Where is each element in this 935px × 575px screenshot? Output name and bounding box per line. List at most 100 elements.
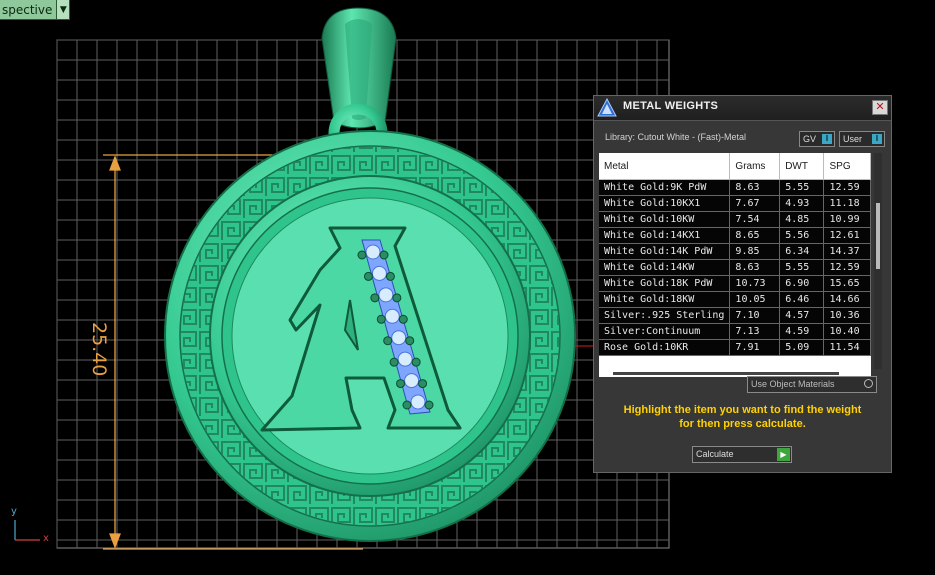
spg-cell: 14.37 xyxy=(823,243,871,260)
spg-cell: 11.18 xyxy=(823,195,871,212)
grams-cell: 10.05 xyxy=(729,291,781,308)
table-row[interactable]: White Gold:10KX1 7.67 4.93 11.18 xyxy=(599,195,871,212)
metal-cell: White Gold:18K PdW xyxy=(599,275,731,292)
instruction-line-1: Highlight the item you want to find the … xyxy=(623,404,862,416)
column-header-grams[interactable]: Grams xyxy=(729,153,781,180)
metal-cell: White Gold:10KW xyxy=(599,211,731,228)
toggle-indicator-icon: I xyxy=(872,134,882,144)
gem-stone xyxy=(378,287,394,303)
metal-cell: White Gold:14K PdW xyxy=(599,243,731,260)
calculate-label: Calculate xyxy=(696,449,734,459)
scrollbar-thumb[interactable] xyxy=(613,372,839,375)
dwt-cell: 5.56 xyxy=(779,227,825,244)
spg-cell: 14.66 xyxy=(823,291,871,308)
prong-bead xyxy=(396,379,406,389)
prong-bead xyxy=(398,314,408,324)
scrollbar-thumb[interactable] xyxy=(876,203,880,269)
prong-bead xyxy=(424,400,434,410)
user-toggle-label: User xyxy=(843,134,863,144)
use-object-materials-option[interactable]: Use Object Materials xyxy=(747,376,877,393)
instruction-line-2: for then press calculate. xyxy=(679,418,806,430)
radio-icon[interactable] xyxy=(864,379,873,388)
grams-cell: 7.10 xyxy=(729,307,781,324)
spg-cell: 10.36 xyxy=(823,307,871,324)
table-row[interactable]: White Gold:10KW 7.54 4.85 10.99 xyxy=(599,211,871,228)
table-row[interactable]: Silver:.925 Sterling 7.10 4.57 10.36 xyxy=(599,307,871,324)
metal-cell: White Gold:10KX1 xyxy=(599,195,731,212)
grams-cell: 8.63 xyxy=(729,259,781,276)
table-row[interactable]: Rose Gold:10KR 7.91 5.09 11.54 xyxy=(599,339,871,356)
library-label: Library: Cutout White - (Fast)-Metal xyxy=(605,132,747,142)
grams-cell: 7.13 xyxy=(729,323,781,340)
axis-x-label: x xyxy=(43,533,49,544)
gem-stone xyxy=(371,265,387,281)
grams-cell: 8.65 xyxy=(729,227,781,244)
grams-cell: 7.67 xyxy=(729,195,781,212)
table-row[interactable]: White Gold:18KW 10.05 6.46 14.66 xyxy=(599,291,871,308)
table-row[interactable]: White Gold:9K PdW 8.63 5.55 12.59 xyxy=(599,179,871,196)
toggle-indicator-icon: I xyxy=(822,134,832,144)
user-toggle[interactable]: User I xyxy=(839,131,885,147)
panel-titlebar[interactable]: METAL WEIGHTS ✕ xyxy=(594,96,891,121)
spg-cell: 12.59 xyxy=(823,179,871,196)
dwt-cell: 4.59 xyxy=(779,323,825,340)
prong-bead xyxy=(402,400,412,410)
close-icon[interactable]: ✕ xyxy=(872,100,888,115)
gem-stone xyxy=(397,351,413,367)
view-mode-dropdown[interactable]: spective ▼ xyxy=(0,0,71,20)
metal-weights-panel: METAL WEIGHTS ✕ Library: Cutout White - … xyxy=(593,95,892,473)
prong-bead xyxy=(383,336,393,346)
grams-cell: 7.91 xyxy=(729,339,781,356)
column-header-spg[interactable]: SPG xyxy=(823,153,871,180)
instruction-text: Highlight the item you want to find the … xyxy=(594,403,891,431)
prong-bead xyxy=(379,250,389,260)
metal-cell: White Gold:18KW xyxy=(599,291,731,308)
prong-bead xyxy=(385,271,395,281)
metal-weights-logo-icon xyxy=(597,98,617,117)
prong-bead xyxy=(363,271,373,281)
table-row[interactable]: White Gold:18K PdW 10.73 6.90 15.65 xyxy=(599,275,871,292)
spg-cell: 10.40 xyxy=(823,323,871,340)
dwt-cell: 6.46 xyxy=(779,291,825,308)
gv-toggle[interactable]: GV I xyxy=(799,131,835,147)
prong-bead xyxy=(392,293,402,303)
column-header-dwt[interactable]: DWT xyxy=(779,153,825,180)
table-row[interactable]: White Gold:14KX1 8.65 5.56 12.61 xyxy=(599,227,871,244)
table-header-row: Metal Grams DWT SPG xyxy=(599,153,871,180)
calculate-button[interactable]: Calculate ▶ xyxy=(692,446,792,463)
gem-stone xyxy=(391,330,407,346)
gv-toggle-label: GV xyxy=(803,134,817,144)
gem-stone xyxy=(365,244,381,260)
metal-weights-table: Metal Grams DWT SPG White Gold:9K PdW 8.6… xyxy=(599,153,871,369)
grams-cell: 9.85 xyxy=(729,243,781,260)
metal-cell: White Gold:9K PdW xyxy=(599,179,731,196)
spg-cell: 11.54 xyxy=(823,339,871,356)
grams-cell: 10.73 xyxy=(729,275,781,292)
dwt-cell: 6.34 xyxy=(779,243,825,260)
metal-cell: Rose Gold:10KR xyxy=(599,339,731,356)
metal-cell: White Gold:14KW xyxy=(599,259,731,276)
table-vertical-scrollbar[interactable] xyxy=(874,153,882,369)
pendant-model xyxy=(164,7,576,542)
prong-bead xyxy=(389,357,399,367)
dwt-cell: 5.55 xyxy=(779,179,825,196)
gem-stone xyxy=(384,308,400,324)
play-arrow-icon: ▶ xyxy=(777,448,790,461)
column-header-metal[interactable]: Metal xyxy=(599,153,731,180)
grams-cell: 7.54 xyxy=(729,211,781,228)
axis-y-label: y xyxy=(11,506,17,517)
prong-bead xyxy=(418,379,428,389)
gem-stone xyxy=(410,394,426,410)
prong-bead xyxy=(357,250,367,260)
table-row[interactable]: White Gold:14KW 8.63 5.55 12.59 xyxy=(599,259,871,276)
prong-bead xyxy=(411,357,421,367)
prong-bead xyxy=(405,336,415,346)
grams-cell: 8.63 xyxy=(729,179,781,196)
table-row[interactable]: White Gold:14K PdW 9.85 6.34 14.37 xyxy=(599,243,871,260)
dimension-value: 25.40 xyxy=(88,322,110,377)
table-row[interactable]: Silver:Continuum 7.13 4.59 10.40 xyxy=(599,323,871,340)
dwt-cell: 5.55 xyxy=(779,259,825,276)
gem-stone xyxy=(404,373,420,389)
dropdown-arrow-icon: ▼ xyxy=(56,0,70,19)
metal-cell: White Gold:14KX1 xyxy=(599,227,731,244)
